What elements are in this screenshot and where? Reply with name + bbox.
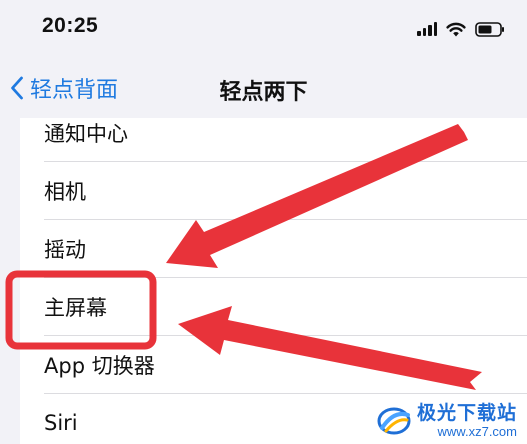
cellular-signal-icon — [417, 22, 437, 36]
watermark-url: www.xz7.com — [437, 424, 517, 439]
status-time: 20:25 — [42, 14, 99, 37]
status-bar: 20:25 — [0, 0, 527, 60]
battery-icon — [475, 21, 505, 37]
aurora-logo-icon — [377, 407, 411, 435]
watermark-text: 极光下载站 www.xz7.com — [416, 402, 517, 439]
list-item-home-screen[interactable]: 主屏幕 — [20, 278, 527, 336]
list-item-label: App 切换器 — [44, 354, 155, 378]
watermark-logo: 极光下载站 www.xz7.com — [377, 404, 517, 438]
wifi-icon — [446, 22, 466, 37]
list-item-shake[interactable]: 摇动 — [20, 220, 527, 278]
action-list: 通知中心 相机 摇动 主屏幕 App 切换器 Siri — [20, 118, 527, 444]
list-item-label: Siri — [44, 411, 78, 435]
status-icons — [417, 18, 505, 40]
list-item-label: 通知中心 — [44, 122, 128, 146]
list-item-camera[interactable]: 相机 — [20, 162, 527, 220]
list-item-app-switcher[interactable]: App 切换器 — [20, 336, 527, 394]
list-item-label: 主屏幕 — [44, 296, 107, 320]
list-item-notification-center[interactable]: 通知中心 — [20, 104, 527, 162]
list-item-label: 相机 — [44, 180, 86, 204]
page-title: 轻点两下 — [219, 80, 308, 105]
iphone-settings-screen: 20:25 轻点背面 轻点两下 通知中心 相机 摇动 主屏幕 App 切换器 S… — [0, 0, 527, 444]
watermark-name: 极光下载站 — [416, 402, 517, 424]
list-item-label: 摇动 — [44, 238, 86, 262]
